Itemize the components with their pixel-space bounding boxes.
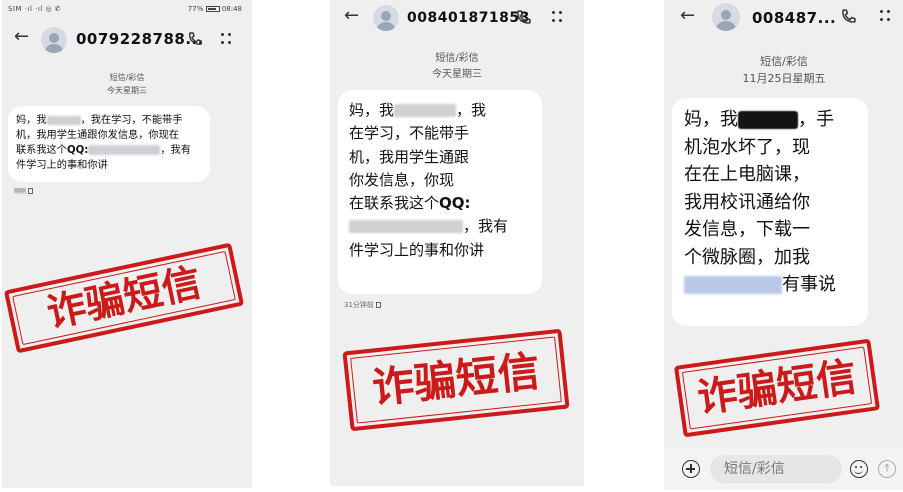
message-line: 在学习，不能带手 <box>349 124 470 143</box>
sender-number: 0079228788... <box>76 30 204 48</box>
document-icon <box>28 188 34 194</box>
avatar-icon[interactable] <box>41 27 67 53</box>
phone-icon[interactable] <box>515 9 532 26</box>
message-line: 在在上电脑课， <box>684 164 810 185</box>
message-line: 个微脉圈，加我 <box>684 246 810 268</box>
date-label: 11月25日星期五 <box>742 72 826 85</box>
status-right: 77% 08:48 <box>188 5 242 13</box>
channel-label: 短信/彩信 <box>109 73 145 82</box>
message-line: 联系我这个QQ: ，我有 <box>16 145 191 156</box>
message-time: 31分钟前 <box>344 300 381 310</box>
redacted-name <box>394 104 457 117</box>
message-line: 件学习上的事和你讲 <box>349 240 485 259</box>
screenshot-panel-2: ← 008401871853 短信/彩信 今天星期三 妈，我 ，我 在学习，不能带… <box>330 0 584 486</box>
more-vertical-icon[interactable] <box>880 10 890 22</box>
redacted-qq <box>88 145 161 155</box>
message-line: 我用校讯通给你 <box>684 191 810 213</box>
message-line: 在联系我这个QQ: <box>349 194 471 213</box>
fraud-stamp: 诈骗短信 <box>3 242 245 354</box>
compose-input[interactable]: 短信/彩信 <box>710 455 842 483</box>
message-line: 机，我用学生通跟你发信息，你现在 <box>16 130 179 141</box>
battery-percent: 77% <box>187 5 204 13</box>
more-vertical-icon[interactable] <box>552 11 562 23</box>
fraud-stamp: 诈骗短信 <box>673 338 881 438</box>
date-label: 今天星期三 <box>107 86 147 95</box>
back-arrow-icon[interactable]: ← <box>680 7 695 25</box>
message-line: 有事说 <box>684 271 856 299</box>
back-arrow-icon[interactable]: ← <box>344 7 359 25</box>
redacted-qq <box>349 220 463 234</box>
message-line: 机，我用学生通跟 <box>349 147 470 166</box>
redacted-name <box>738 111 798 129</box>
battery-icon <box>205 6 220 12</box>
message-line: 发信息，下载一 <box>684 219 810 240</box>
app-bar: ← 008401871853 <box>330 0 584 36</box>
date-label: 今天星期三 <box>432 69 482 80</box>
screenshot-panel-1: SIM ·ıl ·ıl ◎ ✆ 77% 08:48 ← 0079228788..… <box>2 0 252 488</box>
redacted-name <box>46 115 81 125</box>
message-line: 妈，我 ，我在学习，不能带手 <box>16 115 183 126</box>
app-bar: ← 0079228788... <box>2 22 252 58</box>
phone-icon[interactable] <box>840 8 857 25</box>
message-line: 件学习上的事和你讲 <box>16 160 108 171</box>
compose-bar: 短信/彩信 ↑ <box>664 448 903 490</box>
phone-icon[interactable] <box>187 31 203 47</box>
message-bubble[interactable]: 妈，我 ，手 机泡水坏了，现 在在上电脑课， 我用校讯通给你 发信息，下载一 个微… <box>672 98 868 326</box>
document-icon <box>375 302 381 308</box>
back-arrow-icon[interactable]: ← <box>14 28 29 46</box>
emoji-icon[interactable] <box>850 460 868 478</box>
screenshot-panel-3: ← 008487... 短信/彩信 11月25日星期五 妈，我 ，手 机泡水坏了，… <box>664 0 903 490</box>
message-bubble[interactable]: 妈，我 ，我 在学习，不能带手 机，我用学生通跟 你发信息，你现 在联系我这个QQ… <box>338 90 542 294</box>
message-line: ，我有 <box>349 215 531 238</box>
message-time: 刚刚 <box>14 186 34 195</box>
sender-number: 008401871853 <box>407 10 530 26</box>
message-line: 妈，我 ，我 <box>349 101 487 119</box>
message-line: 妈，我 ，手 <box>684 109 834 130</box>
fraud-stamp: 诈骗短信 <box>342 328 570 432</box>
message-line: 机泡水坏了，现 <box>684 136 810 158</box>
message-line: 你发信息，你现 <box>349 170 455 189</box>
more-vertical-icon[interactable] <box>221 33 231 45</box>
status-signal: SIM ·ıl ·ıl ◎ ✆ <box>8 5 62 13</box>
app-bar: ← 008487... <box>664 0 903 36</box>
send-icon[interactable]: ↑ <box>878 460 896 478</box>
channel-label: 短信/彩信 <box>435 53 479 64</box>
avatar-icon[interactable] <box>712 3 740 31</box>
avatar-icon[interactable] <box>373 5 399 31</box>
status-time: 08:48 <box>221 5 242 13</box>
plus-icon[interactable] <box>682 460 700 478</box>
message-bubble[interactable]: 妈，我 ，我在学习，不能带手 机，我用学生通跟你发信息，你现在 联系我这个QQ:，… <box>8 106 210 182</box>
status-bar: SIM ·ıl ·ıl ◎ ✆ 77% 08:48 <box>2 0 252 22</box>
redacted-id <box>684 276 782 294</box>
channel-label: 短信/彩信 <box>760 55 808 68</box>
sender-number: 008487... <box>752 9 837 27</box>
